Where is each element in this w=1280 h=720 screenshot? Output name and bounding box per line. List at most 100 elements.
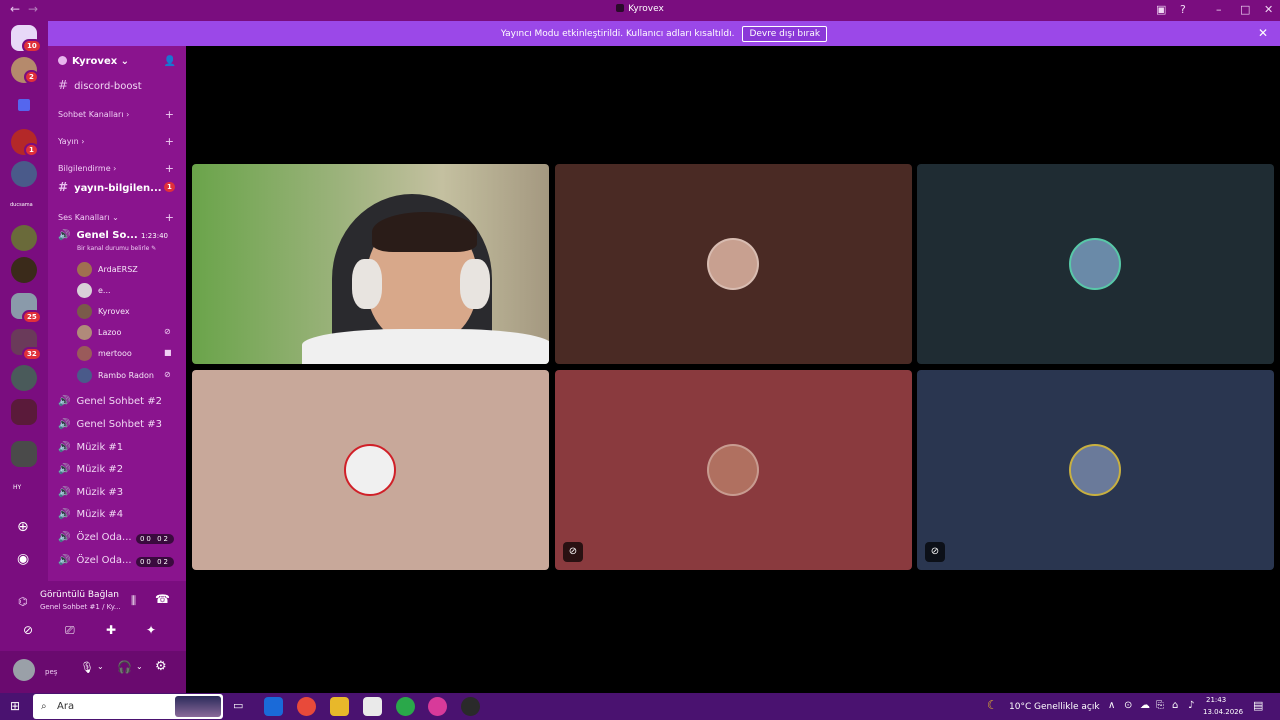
avatar <box>77 283 92 298</box>
server-icon[interactable] <box>11 225 37 251</box>
video-tile-participant[interactable]: ⊘ <box>917 370 1274 570</box>
voice-channel[interactable]: 🔊 Genel Sohbet #2 <box>58 396 162 407</box>
voice-connection-panel: ⌬ Görüntülü Bağlan Genel Sohbet #1 / Ky.… <box>0 581 186 693</box>
voice-user[interactable]: Kyrovex <box>77 304 130 319</box>
outlook-icon[interactable] <box>264 697 283 716</box>
voice-channel[interactable]: 🔊 Müzik #4 <box>58 509 123 520</box>
tray-app-icon[interactable]: ☁ <box>1140 700 1150 711</box>
server-icon[interactable] <box>11 257 37 283</box>
spotify-icon[interactable] <box>396 697 415 716</box>
server-icon[interactable] <box>11 161 37 187</box>
private-room[interactable]: 🔊 Özel Oda... <box>58 555 132 566</box>
taskbar-search[interactable]: ⌕ Ara <box>33 694 223 719</box>
clock-date[interactable]: 13.04.2026 <box>1203 708 1243 716</box>
private-room[interactable]: 🔊 Özel Oda... <box>58 532 132 543</box>
server-icon[interactable] <box>11 365 37 391</box>
effects-icon[interactable]: ✦ <box>146 623 156 637</box>
channel-status[interactable]: Bir kanal durumu belirle ✎ <box>77 245 156 252</box>
voice-user[interactable]: Lazoo <box>77 325 121 340</box>
screen-share-icon[interactable]: ⎚ <box>65 623 75 638</box>
voice-channel[interactable]: 🔊 Müzik #1 <box>58 442 123 453</box>
server-folder-icon[interactable] <box>11 399 37 425</box>
close-banner-icon[interactable]: ✕ <box>1258 26 1268 40</box>
chrome-icon[interactable] <box>297 697 316 716</box>
video-tile-participant[interactable]: ⊘ <box>555 370 912 570</box>
minimize-icon[interactable]: – <box>1216 3 1222 16</box>
search-highlight-image <box>175 696 221 717</box>
voice-channel-name[interactable]: Genel Sohbet #1 / Ky... <box>40 603 121 611</box>
clock-time[interactable]: 21:43 <box>1206 696 1226 704</box>
category-chat[interactable]: Sohbet Kanalları › <box>58 110 129 119</box>
avatar[interactable] <box>13 659 35 681</box>
category-voice[interactable]: Ses Kanalları ⌄ <box>58 213 119 222</box>
file-explorer-icon[interactable] <box>330 697 349 716</box>
store-icon[interactable] <box>363 697 382 716</box>
add-channel-icon[interactable]: + <box>165 108 174 121</box>
avatar <box>77 368 92 383</box>
server-label[interactable]: HY <box>13 484 21 491</box>
category-info[interactable]: Bilgilendirme › <box>58 164 116 173</box>
voice-user[interactable]: ArdaERSZ <box>77 262 138 277</box>
voice-channel[interactable]: 🔊 Müzik #3 <box>58 487 123 498</box>
banner-text: Yayıncı Modu etkinleştirildi. Kullanıcı … <box>500 28 735 39</box>
tray-app-icon[interactable]: ⊙ <box>1124 700 1132 711</box>
voice-user[interactable]: e... <box>77 283 111 298</box>
add-channel-icon[interactable]: + <box>165 162 174 175</box>
video-tile-participant[interactable] <box>192 370 549 570</box>
video-tile-participant[interactable] <box>555 164 912 364</box>
weather-desc[interactable]: Genellikle açık <box>1034 702 1100 712</box>
streamer-mode-banner: Yayıncı Modu etkinleştirildi. Kullanıcı … <box>48 21 1280 46</box>
activities-icon[interactable]: ✚ <box>106 623 116 637</box>
voice-channel-active[interactable]: 🔊 Genel So... <box>58 230 138 241</box>
video-tile-participant[interactable] <box>917 164 1274 364</box>
voice-channel[interactable]: 🔊 Genel Sohbet #3 <box>58 419 162 430</box>
server-badge: 2 <box>24 70 39 84</box>
avatar <box>77 262 92 277</box>
category-stream[interactable]: Yayın › <box>58 137 84 146</box>
maximize-icon[interactable]: □ <box>1240 3 1250 16</box>
app-icon[interactable] <box>461 697 480 716</box>
disconnect-icon[interactable]: ☎ <box>155 592 170 606</box>
weather-temp[interactable]: 10°C <box>1009 702 1031 712</box>
discord-icon[interactable] <box>428 697 447 716</box>
notification-icon[interactable]: ▤ <box>1253 699 1263 712</box>
voice-channel[interactable]: 🔊 Müzik #2 <box>58 464 123 475</box>
usb-icon[interactable]: ⎘ <box>1156 700 1164 711</box>
video-tile-camera[interactable] <box>192 164 549 364</box>
tray-chevron-icon[interactable]: ∧ <box>1108 700 1115 711</box>
window-title: Kyrovex <box>0 4 1280 14</box>
soundboard-icon[interactable]: ⫼ <box>131 594 136 608</box>
voice-user[interactable]: mertooo <box>77 346 132 361</box>
dm-badge: 10 <box>22 39 42 53</box>
microphone-icon[interactable]: 🎙 <box>80 661 94 674</box>
task-view-icon[interactable]: ▭ <box>233 699 243 712</box>
disable-streamer-mode-button[interactable]: Devre dışı bırak <box>742 25 828 42</box>
windows-start-icon[interactable]: ⊞ <box>10 699 20 713</box>
chevron-down-icon[interactable]: ⌄ <box>97 662 104 671</box>
add-channel-icon[interactable]: + <box>165 135 174 148</box>
channel-discord-boost[interactable]: # discord-boost <box>58 78 142 92</box>
settings-gear-icon[interactable]: ⚙ <box>155 659 167 674</box>
chevron-down-icon[interactable]: ⌄ <box>136 662 143 671</box>
user-limit-pill: 00 02 <box>135 557 174 567</box>
close-window-icon[interactable]: ✕ <box>1264 3 1273 16</box>
inbox-icon[interactable]: ▣ <box>1156 3 1166 16</box>
avatar <box>77 304 92 319</box>
server-name[interactable]: Kyrovex ⌄ <box>58 56 129 67</box>
folder-icon[interactable] <box>18 99 30 111</box>
camera-off-icon[interactable]: ⊘ <box>23 623 33 637</box>
avatar <box>707 444 759 496</box>
volume-icon[interactable]: ♪ <box>1188 700 1194 711</box>
add-channel-icon[interactable]: + <box>165 211 174 224</box>
network-icon[interactable]: ⌂ <box>1172 700 1178 711</box>
help-icon[interactable]: ? <box>1180 3 1186 16</box>
discover-icon[interactable]: ◉ <box>17 551 29 567</box>
headphones-icon[interactable]: 🎧 <box>117 660 132 674</box>
channel-yayin-bilgilendirme[interactable]: # yayın-bilgilen... <box>58 180 162 194</box>
invite-people-icon[interactable]: 👤 <box>164 56 176 67</box>
server-folder-icon[interactable] <box>11 441 37 467</box>
add-server-icon[interactable]: ⊕ <box>17 519 29 535</box>
folder-badge: 32 <box>22 347 42 361</box>
voice-status[interactable]: Görüntülü Bağlan <box>40 590 119 600</box>
voice-user[interactable]: Rambo Radon <box>77 368 154 383</box>
